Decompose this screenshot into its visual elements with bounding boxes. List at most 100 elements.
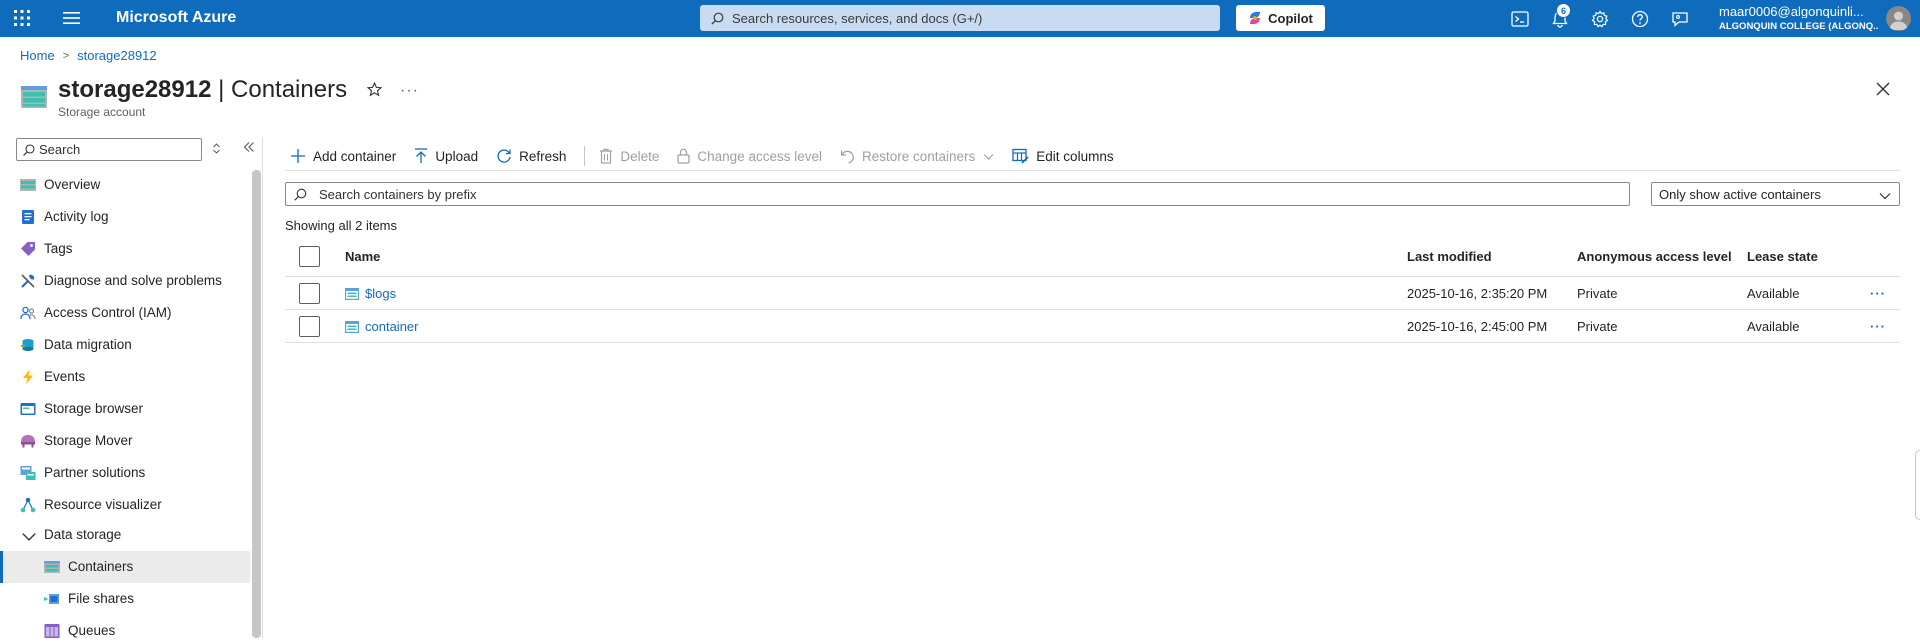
container-icon <box>345 320 359 333</box>
column-header-name[interactable]: Name <box>345 249 380 264</box>
column-header-last-modified[interactable]: Last modified <box>1407 249 1492 264</box>
row-more-actions-button[interactable]: ··· <box>1870 319 1886 334</box>
delete-button[interactable]: Delete <box>599 148 659 164</box>
add-container-button[interactable]: Add container <box>290 148 396 164</box>
sidebar-item-label: Diagnose and solve problems <box>44 273 222 288</box>
row-checkbox[interactable] <box>299 283 320 304</box>
change-access-label: Change access level <box>697 148 822 164</box>
refresh-button[interactable]: Refresh <box>496 148 566 164</box>
change-access-level-button[interactable]: Change access level <box>677 148 822 164</box>
sidebar-item-iam[interactable]: Access Control (IAM) <box>0 297 250 329</box>
sidebar-item-label: Storage browser <box>44 401 144 416</box>
container-icon <box>44 561 60 573</box>
chevron-down-icon <box>22 533 36 541</box>
close-icon[interactable] <box>1876 82 1890 96</box>
upload-icon <box>415 148 428 163</box>
sidebar-item-file-shares[interactable]: File shares <box>0 583 250 615</box>
sidebar-item-queues[interactable]: Queues <box>0 615 250 643</box>
column-header-lease-state[interactable]: Lease state <box>1747 249 1818 264</box>
storage-browser-icon <box>20 403 36 415</box>
global-search-placeholder: Search resources, services, and docs (G+… <box>732 10 983 26</box>
collapse-sidebar-icon[interactable] <box>243 141 255 153</box>
restore-containers-button[interactable]: Restore containers <box>840 149 994 164</box>
avatar[interactable] <box>1886 6 1911 31</box>
sidebar-group-data-storage[interactable]: Data storage <box>0 521 250 551</box>
upload-label: Upload <box>435 148 479 164</box>
row-more-actions-button[interactable]: ··· <box>1870 286 1886 301</box>
sidebar-item-containers[interactable]: Containers <box>0 551 250 583</box>
container-search-input[interactable]: Search containers by prefix <box>285 182 1630 206</box>
table-row[interactable]: container 2025-10-16, 2:45:00 PM Private… <box>285 310 1900 343</box>
toolbar-divider-line <box>285 170 1900 171</box>
account-info[interactable]: maar0006@algonquinli... ALGONQUIN COLLEG… <box>1719 5 1879 33</box>
table-header-row: Name Last modified Anonymous access leve… <box>285 237 1900 277</box>
search-icon <box>711 12 724 25</box>
edit-columns-button[interactable]: Edit columns <box>1012 148 1114 164</box>
sort-icon[interactable] <box>212 142 221 155</box>
sidebar-item-activity-log[interactable]: Activity log <box>0 201 250 233</box>
container-name: container <box>365 319 419 334</box>
sidebar-scrollbar[interactable] <box>252 170 261 638</box>
sidebar-item-storage-mover[interactable]: Storage Mover <box>0 425 250 457</box>
upload-button[interactable]: Upload <box>414 148 478 164</box>
sidebar-item-label: Storage Mover <box>44 433 133 448</box>
lease-state-cell: Available <box>1747 286 1800 301</box>
more-options-icon[interactable]: ··· <box>400 82 419 100</box>
sidebar-item-label: Containers <box>68 559 134 574</box>
visualizer-icon <box>20 497 36 513</box>
sidebar-item-partner-solutions[interactable]: Partner solutions <box>0 457 250 489</box>
copilot-icon <box>1250 12 1261 24</box>
account-email: maar0006@algonquinli... <box>1719 5 1864 18</box>
favorite-star-icon[interactable] <box>367 82 382 97</box>
sidebar-item-events[interactable]: Events <box>0 361 250 393</box>
container-status-dropdown[interactable]: Only show active containers <box>1651 182 1900 206</box>
feedback-icon[interactable] <box>1670 9 1690 29</box>
tag-icon <box>21 242 35 256</box>
sidebar-item-resource-visualizer[interactable]: Resource visualizer <box>0 489 250 521</box>
sidebar-item-tags[interactable]: Tags <box>0 233 250 265</box>
queue-icon <box>44 624 60 638</box>
title-separator: | <box>211 76 232 103</box>
brand-title[interactable]: Microsoft Azure <box>116 9 236 27</box>
sidebar-search-input[interactable]: Search <box>16 138 202 161</box>
container-name-link[interactable]: container <box>345 319 418 334</box>
delete-label: Delete <box>620 148 660 164</box>
table-row[interactable]: $logs 2025-10-16, 2:35:20 PM Private Ava… <box>285 277 1900 310</box>
column-header-anonymous-access[interactable]: Anonymous access level <box>1577 249 1732 264</box>
breadcrumb: Home > storage28912 <box>20 48 157 63</box>
sidebar-item-label: Overview <box>44 177 101 192</box>
breadcrumb-storage-account[interactable]: storage28912 <box>77 48 157 63</box>
chevron-down-icon <box>1879 193 1891 200</box>
sidebar-group-label: Data storage <box>44 527 122 542</box>
command-bar: Add container Upload Refresh Delete Chan… <box>290 145 1132 167</box>
sidebar-item-data-migration[interactable]: Data migration <box>0 329 250 361</box>
cloud-shell-icon[interactable] <box>1510 9 1530 29</box>
settings-icon[interactable] <box>1590 9 1610 29</box>
containers-table: Name Last modified Anonymous access leve… <box>285 237 1900 343</box>
breadcrumb-home[interactable]: Home <box>20 48 55 63</box>
lease-state-cell: Available <box>1747 319 1800 334</box>
edit-columns-label: Edit columns <box>1036 148 1114 164</box>
row-checkbox[interactable] <box>299 316 320 337</box>
sidebar-nav: Overview Activity log Tags Diagnose and … <box>0 169 250 643</box>
sidebar-divider <box>262 137 263 638</box>
copilot-label: Copilot <box>1268 10 1313 26</box>
chevron-right-icon: > <box>62 49 70 62</box>
sidebar-item-overview[interactable]: Overview <box>0 169 250 201</box>
menu-icon[interactable] <box>63 11 80 25</box>
copilot-button[interactable]: Copilot <box>1236 5 1325 31</box>
container-name-link[interactable]: $logs <box>345 286 396 301</box>
anonymous-access-cell: Private <box>1577 319 1618 334</box>
trash-icon <box>600 148 613 164</box>
help-icon[interactable] <box>1630 9 1650 29</box>
edge-scroll-handle[interactable] <box>1915 450 1920 520</box>
page-subtitle: Storage account <box>58 105 146 119</box>
chevron-down-icon <box>983 153 994 160</box>
sidebar-item-storage-browser[interactable]: Storage browser <box>0 393 250 425</box>
sidebar-item-diagnose[interactable]: Diagnose and solve problems <box>0 265 250 297</box>
migration-icon <box>21 339 34 351</box>
global-search-input[interactable]: Search resources, services, and docs (G+… <box>700 5 1220 31</box>
select-all-checkbox[interactable] <box>299 246 320 267</box>
sidebar-item-label: File shares <box>68 591 135 606</box>
app-launcher-icon[interactable] <box>14 10 30 26</box>
